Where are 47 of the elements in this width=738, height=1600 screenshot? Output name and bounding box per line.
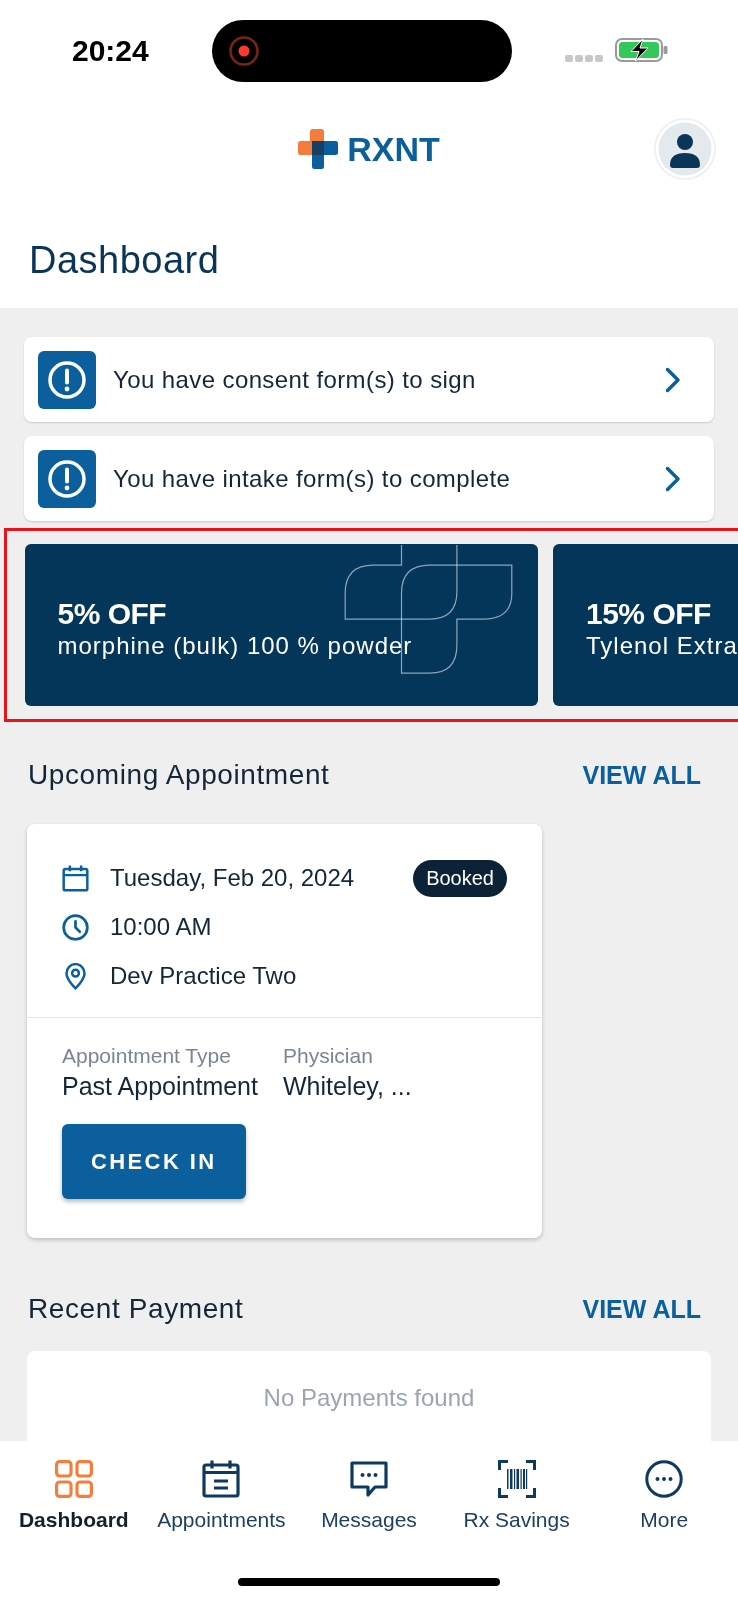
check-in-button[interactable]: CHECK IN — [62, 1124, 246, 1199]
nav-tab[interactable]: Rx Savings — [463, 1460, 570, 1533]
page-title: Dashboard — [28, 238, 220, 282]
clock-icon — [62, 913, 89, 941]
appointment-time: 10:00 AM — [110, 912, 212, 942]
grid-icon — [54, 1460, 93, 1498]
empty-message: No Payments found — [263, 1384, 475, 1412]
alert-card[interactable]: You have consent form(s) to sign — [24, 337, 714, 422]
nav-tab[interactable]: Appointments — [157, 1460, 286, 1533]
view-all-link[interactable]: VIEW ALL — [582, 760, 701, 790]
chat-bubble-icon — [350, 1460, 388, 1498]
detail-value: Whiteley, ... — [282, 1070, 412, 1101]
view-all-link[interactable]: VIEW ALL — [582, 1294, 701, 1324]
discount-text: 15% OFF — [586, 597, 711, 631]
chevron-right-icon — [664, 464, 682, 493]
nav-tab[interactable]: More — [640, 1460, 689, 1533]
status-time: 20:24 — [72, 34, 149, 67]
product-name: morphine (bulk) 100 % powder — [57, 631, 413, 661]
discount-text: 5% OFF — [57, 597, 167, 631]
promo-card[interactable]: 5% OFF morphine (bulk) 100 % powder — [24, 544, 538, 706]
calendar-icon — [62, 864, 89, 892]
plus-logo-icon — [298, 129, 339, 169]
calendar-icon — [202, 1460, 241, 1498]
barcode-scan-icon — [497, 1460, 536, 1498]
detail-value: Past Appointment — [62, 1070, 258, 1101]
logo-text: RXNT — [347, 129, 440, 169]
product-name: Tylenol Extra — [586, 631, 738, 661]
promo-card[interactable]: 15% OFF Tylenol Extra — [553, 544, 738, 706]
alert-text: You have consent form(s) to sign — [113, 364, 477, 395]
alert-text: You have intake form(s) to complete — [113, 463, 512, 494]
avatar-icon[interactable] — [654, 118, 716, 180]
nav-tab[interactable]: Dashboard — [18, 1460, 129, 1533]
location-pin-icon — [62, 962, 89, 990]
alert-icon — [38, 350, 96, 409]
alert-icon — [38, 449, 96, 508]
detail-label: Appointment Type — [62, 1043, 232, 1068]
status-badge: Booked — [413, 859, 507, 897]
chevron-right-icon — [664, 365, 682, 394]
appointment-date: Tuesday, Feb 20, 2024 — [110, 863, 355, 893]
detail-label: Physician — [282, 1043, 374, 1068]
alert-card[interactable]: You have intake form(s) to complete — [24, 436, 714, 521]
more-icon — [645, 1460, 684, 1498]
appointment-location: Dev Practice Two — [110, 961, 297, 991]
section-heading: Upcoming Appointment — [27, 758, 330, 792]
section-heading: Recent Payment — [27, 1292, 244, 1326]
nav-tab[interactable]: Messages — [321, 1460, 417, 1533]
signal-icon — [565, 54, 603, 62]
